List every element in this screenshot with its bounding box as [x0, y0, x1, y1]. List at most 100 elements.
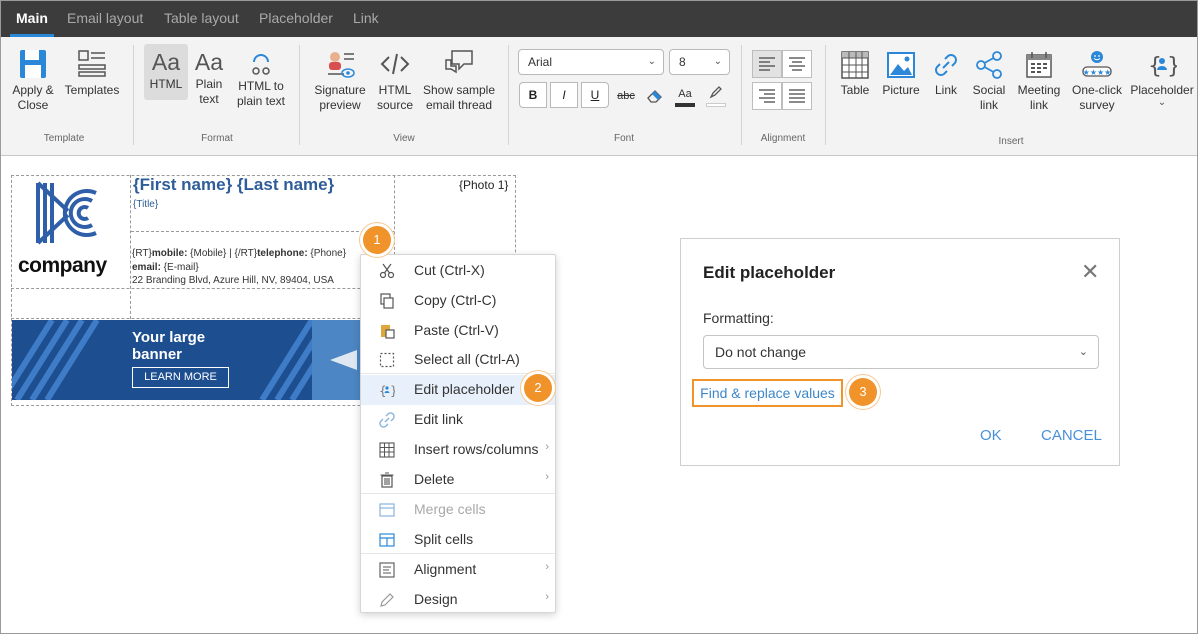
italic-button[interactable]: I: [550, 82, 578, 108]
insert-meeting-link-label: Meeting link: [1017, 83, 1061, 112]
banner-line-1: Your large: [132, 329, 206, 346]
formatting-value: Do not change: [715, 344, 807, 360]
font-color-swatch: [675, 103, 695, 107]
placeholder-icon: { }: [1148, 54, 1177, 79]
clear-format-button[interactable]: [644, 83, 666, 109]
insert-placeholder-button[interactable]: { } Placeholder ⌄: [1130, 50, 1194, 108]
insert-link-label: Link: [934, 83, 957, 97]
menu-item-label: Select all (Ctrl-A): [414, 351, 520, 367]
menu-item-edit[interactable]: Edit link: [361, 405, 555, 435]
font-size-select[interactable]: 8 ⌄: [669, 49, 730, 75]
paste-icon: [379, 323, 395, 339]
html-to-plain-label: HTML to plain text: [236, 79, 286, 108]
group-label-view: View: [393, 133, 415, 144]
cancel-button[interactable]: CANCEL: [1041, 427, 1102, 444]
show-sample-thread-button[interactable]: Show sample email thread: [420, 48, 498, 113]
ok-button[interactable]: OK: [980, 427, 1002, 444]
html-source-button[interactable]: HTML source: [373, 48, 417, 113]
banner-heading: Your large banner: [132, 329, 205, 363]
menu-item-label: Delete: [414, 471, 455, 487]
menu-item-label: Split cells: [414, 531, 474, 547]
menu-item-copy[interactable]: Copy (Ctrl-C): [361, 286, 555, 316]
formatting-select[interactable]: Do not change ⌄: [703, 335, 1099, 369]
tab-link[interactable]: Link: [353, 1, 379, 37]
apply-close-button[interactable]: Apply & Close: [7, 48, 59, 113]
menu-item-label: Alignment: [414, 561, 477, 577]
bold-button[interactable]: B: [519, 82, 547, 108]
font-family-select[interactable]: Arial ⌄: [518, 49, 664, 75]
copy-icon: [379, 293, 395, 309]
group-separator: [133, 45, 134, 145]
menu-item-insert[interactable]: Insert rows/columns ›: [361, 435, 555, 465]
signature-banner[interactable]: Your large banner LEARN MORE: [12, 320, 360, 400]
link-icon: [379, 412, 395, 428]
underline-button[interactable]: U: [581, 82, 609, 108]
phone-line[interactable]: {RT}mobile: {Mobile} | {/RT}telephone: {…: [132, 248, 346, 259]
cell-divider: [130, 175, 131, 319]
insert-picture-button[interactable]: Picture: [879, 50, 923, 98]
html-format-button[interactable]: Aa HTML: [144, 44, 188, 100]
templates-button[interactable]: Templates: [63, 48, 121, 98]
plain-text-button[interactable]: Aa Plain text: [190, 50, 228, 107]
insert-table-button[interactable]: Table: [836, 50, 874, 98]
highlight-button[interactable]: [704, 81, 728, 107]
calendar-icon: [1026, 52, 1052, 78]
name-placeholder[interactable]: {First name} {Last name}: [133, 175, 334, 195]
group-label-format: Format: [201, 133, 233, 144]
html-to-plain-button[interactable]: HTML to plain text: [232, 50, 290, 109]
strikethrough-button[interactable]: abc: [614, 83, 638, 109]
font-family-value: Arial: [528, 55, 553, 69]
address-line[interactable]: 22 Branding Blvd, Azure Hill, NV, 89404,…: [132, 275, 334, 286]
menu-item-label: Merge cells: [414, 501, 486, 517]
menu-item-select[interactable]: Select all (Ctrl-A): [361, 345, 555, 375]
align-justify-button[interactable]: [782, 82, 812, 110]
svg-text:}: }: [390, 384, 395, 398]
email-line[interactable]: email: {E-mail}: [132, 262, 199, 273]
menu-item-alignment[interactable]: Alignment ›: [361, 555, 555, 585]
menu-item-delete[interactable]: Delete ›: [361, 465, 555, 495]
menu-item-label: Edit placeholder: [414, 381, 515, 397]
photo-placeholder[interactable]: {Photo 1}: [459, 178, 508, 192]
menu-item-label: Edit link: [414, 411, 464, 427]
survey-icon: ★★★★: [1082, 51, 1112, 77]
eraser-icon: [647, 90, 662, 103]
cell-divider: [394, 175, 395, 255]
insert-survey-button[interactable]: ★★★★ One-click survey: [1069, 50, 1125, 113]
find-replace-link[interactable]: Find & replace values: [692, 379, 843, 407]
html-source-label: HTML source: [376, 83, 414, 112]
svg-text:{: {: [379, 384, 387, 398]
dialog-title: Edit placeholder: [703, 263, 836, 282]
align-center-button[interactable]: [782, 50, 812, 78]
menu-item-design[interactable]: Design ›: [361, 585, 555, 615]
close-icon[interactable]: ✕: [1081, 261, 1099, 283]
email-placeholder: {E-mail}: [160, 262, 199, 273]
select-all-icon: [379, 352, 395, 368]
align-justify-icon: [789, 89, 805, 103]
edit-placeholder-dialog: Edit placeholder ✕ Formatting: Do not ch…: [680, 238, 1120, 466]
align-left-button[interactable]: [752, 50, 782, 78]
chevron-right-icon: ›: [545, 591, 549, 603]
insert-link-button[interactable]: Link: [929, 50, 963, 98]
tab-table-layout[interactable]: Table layout: [164, 1, 239, 37]
step-badge-2: 2: [524, 374, 552, 402]
title-placeholder[interactable]: {Title}: [133, 199, 158, 210]
learn-more-button[interactable]: LEARN MORE: [132, 367, 229, 388]
insert-meeting-link-button[interactable]: Meeting link: [1014, 50, 1064, 113]
tab-main[interactable]: Main: [10, 1, 54, 37]
step-badge-1: 1: [363, 226, 391, 254]
align-center-icon: [789, 57, 805, 71]
tab-email-layout[interactable]: Email layout: [67, 1, 143, 37]
code-icon: [380, 53, 410, 75]
menu-item-cut[interactable]: Cut (Ctrl-X): [361, 256, 555, 286]
tab-placeholder[interactable]: Placeholder: [259, 1, 333, 37]
table-icon: [841, 51, 869, 79]
menu-item-label: Design: [414, 591, 458, 607]
signature-preview-button[interactable]: Signature preview: [312, 48, 368, 113]
menu-item-paste[interactable]: Paste (Ctrl-V): [361, 316, 555, 346]
align-right-button[interactable]: [752, 82, 782, 110]
font-color-button[interactable]: Aa: [673, 81, 697, 107]
group-separator: [741, 45, 742, 145]
insert-social-link-button[interactable]: Social link: [969, 50, 1009, 113]
menu-item-split[interactable]: Split cells: [361, 525, 555, 555]
formatting-label: Formatting:: [703, 310, 774, 326]
